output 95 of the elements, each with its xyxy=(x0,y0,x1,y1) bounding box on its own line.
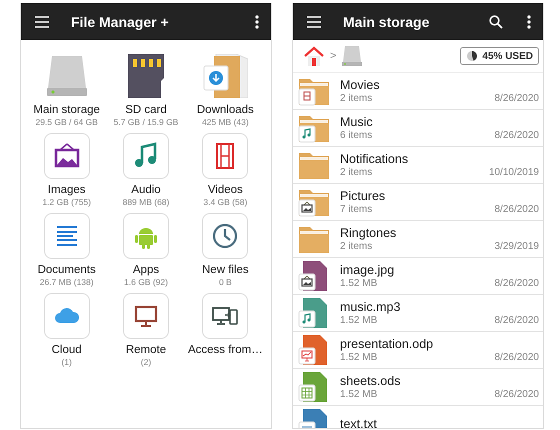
search-button[interactable] xyxy=(487,12,505,30)
file-row[interactable]: music.mp3 1.52 MB 8/26/2020 xyxy=(293,295,543,332)
tile-detail: 3.4 GB (58) xyxy=(203,197,248,208)
clock-icon xyxy=(211,222,240,250)
breadcrumb-separator: > xyxy=(330,50,336,62)
picture-frame-icon xyxy=(52,142,81,170)
file-detail: 2 items xyxy=(340,167,372,178)
file-row[interactable]: presentation.odp 1.52 MB 8/26/2020 xyxy=(293,332,543,369)
category-tile[interactable]: Downloads 425 MB (43) xyxy=(186,53,265,128)
file-date: 3/29/2019 xyxy=(494,241,539,252)
file-date: 8/26/2020 xyxy=(494,130,539,141)
tile-label: Main storage xyxy=(33,104,100,116)
category-tile[interactable]: Images 1.2 GB (755) xyxy=(27,133,106,208)
tile-label: Cloud xyxy=(52,344,82,356)
tile-detail: 26.7 MB (138) xyxy=(40,277,94,288)
file-row[interactable]: Pictures 7 items 8/26/2020 xyxy=(293,184,543,221)
more-options-icon xyxy=(255,14,259,28)
file-detail: 2 items xyxy=(340,241,372,252)
category-tile[interactable]: New files 0 B xyxy=(186,213,265,288)
file-name: music.mp3 xyxy=(340,300,402,315)
file-date: 8/26/2020 xyxy=(494,278,539,289)
menu-button[interactable] xyxy=(33,14,51,30)
file-row[interactable]: image.jpg 1.52 MB 8/26/2020 xyxy=(293,258,543,295)
file-row[interactable]: Ringtones 2 items 3/29/2019 xyxy=(293,221,543,258)
usage-pie-icon xyxy=(466,50,478,62)
file-name: text.txt xyxy=(340,416,378,428)
tile-detail: 425 MB (43) xyxy=(202,117,249,128)
tile-label: New files xyxy=(202,264,249,276)
storage-usage-label: 45% USED xyxy=(482,50,533,62)
file-detail: 7 items xyxy=(340,204,372,215)
tile-label: SD card xyxy=(125,104,167,116)
category-tile[interactable]: SD card 5.7 GB / 15.9 GB xyxy=(106,53,186,128)
file-name: Ringtones xyxy=(340,226,398,241)
file-row[interactable]: Movies 2 items 8/26/2020 xyxy=(293,73,543,110)
category-tile[interactable]: Cloud (1) xyxy=(27,293,106,368)
category-tile[interactable]: Apps 1.6 GB (92) xyxy=(106,213,186,288)
app-title: Main storage xyxy=(343,14,430,30)
tile-detail: 29.5 GB / 64 GB xyxy=(35,117,98,128)
file-detail: 1.52 MB xyxy=(340,389,378,400)
more-options-button[interactable] xyxy=(253,12,261,30)
file-detail: 2 items xyxy=(340,93,372,104)
file-name: Movies xyxy=(340,78,381,93)
menu-icon xyxy=(35,16,49,28)
hard-drive-icon xyxy=(44,54,89,98)
file-row[interactable]: Music 6 items 8/26/2020 xyxy=(293,110,543,147)
category-tile[interactable]: Main storage 29.5 GB / 64 GB xyxy=(27,53,106,128)
menu-icon xyxy=(307,16,321,28)
storage-usage-badge[interactable]: 45% USED xyxy=(460,47,539,65)
file-detail: 6 items xyxy=(340,130,372,141)
file-date: 8/26/2020 xyxy=(494,204,539,215)
file-detail: 1.52 MB xyxy=(340,278,378,289)
more-options-icon xyxy=(527,14,531,28)
file-name: image.jpg xyxy=(340,263,396,278)
tile-label: Audio xyxy=(131,184,161,196)
file-name: Music xyxy=(340,115,374,130)
tile-detail: 0 B xyxy=(218,277,232,288)
tile-label: Images xyxy=(48,184,86,196)
category-tile[interactable]: Videos 3.4 GB (58) xyxy=(186,133,265,208)
file-date: 8/26/2020 xyxy=(494,352,539,363)
file-row[interactable]: sheets.ods 1.52 MB 8/26/2020 xyxy=(293,369,543,406)
category-tile[interactable]: Access from… xyxy=(186,293,265,368)
tile-label: Downloads xyxy=(196,104,254,116)
file-date: 10/10/2019 xyxy=(488,167,539,178)
home-icon[interactable] xyxy=(303,45,325,67)
tile-label: Documents xyxy=(38,264,96,276)
menu-button[interactable] xyxy=(305,14,323,30)
search-icon xyxy=(489,14,503,28)
tile-detail: 1.2 GB (755) xyxy=(42,197,91,208)
tile-label: Videos xyxy=(208,184,243,196)
app-title: File Manager + xyxy=(71,14,170,30)
category-tile[interactable]: Remote (2) xyxy=(106,293,186,368)
download-folder-icon xyxy=(202,54,248,98)
tile-detail: (1) xyxy=(61,357,72,368)
file-date: 8/26/2020 xyxy=(494,93,539,104)
tile-detail: 889 MB (68) xyxy=(122,197,170,208)
tile-detail: (2) xyxy=(140,357,152,368)
file-row[interactable]: Notifications 2 items 10/10/2019 xyxy=(293,147,543,184)
file-name: Pictures xyxy=(340,189,386,204)
file-date: 8/26/2020 xyxy=(494,389,539,400)
file-date: 8/26/2020 xyxy=(494,315,539,326)
file-row[interactable]: text.txt xyxy=(293,406,543,428)
category-tile[interactable]: Documents 26.7 MB (138) xyxy=(27,213,106,288)
file-detail: 1.52 MB xyxy=(340,352,378,363)
tile-label: Remote xyxy=(126,344,166,356)
category-tile[interactable]: Audio 889 MB (68) xyxy=(106,133,186,208)
file-name: presentation.odp xyxy=(340,337,434,352)
tile-detail: 1.6 GB (92) xyxy=(124,277,168,288)
tile-label: Access from… xyxy=(188,344,263,356)
file-detail: 1.52 MB xyxy=(340,315,378,326)
file-name: Notifications xyxy=(340,152,410,167)
tile-detail: 5.7 GB / 15.9 GB xyxy=(114,117,178,128)
file-name: sheets.ods xyxy=(340,374,402,389)
more-options-button[interactable] xyxy=(525,12,533,30)
sd-card-icon xyxy=(126,54,166,98)
tile-label: Apps xyxy=(132,264,160,276)
